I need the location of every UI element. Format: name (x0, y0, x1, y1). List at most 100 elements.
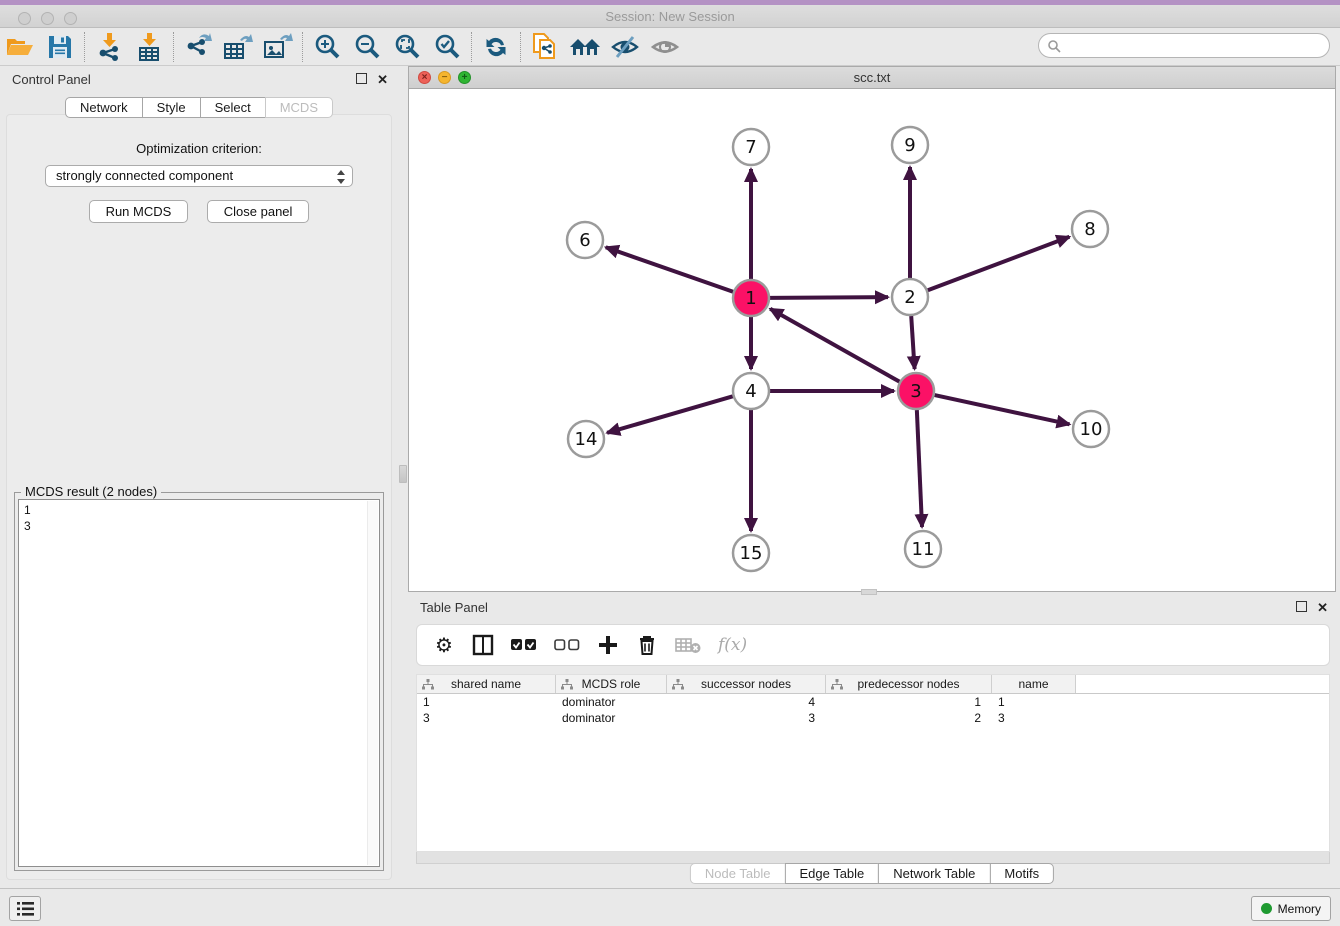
control-panel-tabs: NetworkStyleSelectMCDS (0, 97, 398, 118)
mcds-tab-content: Optimization criterion: strongly connect… (6, 114, 392, 880)
node-table: shared nameMCDS rolesuccessor nodesprede… (416, 674, 1330, 852)
open-folder-icon[interactable] (0, 31, 40, 63)
edge-4-14[interactable] (607, 396, 733, 433)
function-builder-icon: f(x) (718, 633, 747, 657)
node-6[interactable]: 6 (567, 222, 603, 258)
search-field[interactable] (1038, 33, 1330, 58)
edge-3-11[interactable] (917, 410, 922, 527)
refresh-icon[interactable] (476, 31, 516, 63)
tab-motifs[interactable]: Motifs (989, 863, 1054, 884)
tab-network-table[interactable]: Network Table (878, 863, 990, 884)
column-header-successor-nodes[interactable]: successor nodes (667, 675, 826, 693)
cell: 3 (417, 710, 556, 726)
node-2[interactable]: 2 (892, 279, 928, 315)
edge-3-10[interactable] (935, 395, 1070, 424)
column-header-shared-name[interactable]: shared name (417, 675, 556, 693)
result-scrollbar[interactable] (367, 501, 378, 865)
select-all-icon[interactable] (511, 633, 537, 657)
svg-text:1: 1 (745, 288, 756, 309)
dropdown-stepper-icon (336, 169, 345, 185)
network-view-window: × − + scc.txt 7 9 6 8 1 2 4 3 14 10 15 11 (408, 66, 1336, 592)
node-3[interactable]: 3 (898, 373, 934, 409)
deselect-all-icon[interactable] (554, 633, 580, 657)
node-7[interactable]: 7 (733, 129, 769, 165)
tab-mcds[interactable]: MCDS (265, 97, 333, 118)
float-table-panel-icon[interactable] (1296, 601, 1307, 612)
table-row[interactable]: 1dominator411 (417, 694, 1329, 710)
network-window-titlebar[interactable]: × − + scc.txt (409, 67, 1335, 89)
tab-network[interactable]: Network (65, 97, 143, 118)
edge-3-1[interactable] (770, 309, 899, 382)
cell: dominator (556, 710, 667, 726)
export-network-icon[interactable] (178, 31, 218, 63)
column-header-MCDS-role[interactable]: MCDS role (556, 675, 667, 693)
hide-eye-icon[interactable] (605, 31, 645, 63)
column-header-predecessor-nodes[interactable]: predecessor nodes (826, 675, 992, 693)
svg-text:3: 3 (910, 381, 921, 402)
add-column-icon[interactable] (597, 633, 619, 657)
edge-1-2[interactable] (770, 297, 888, 298)
split-pane-handle[interactable] (861, 589, 877, 595)
close-panel-icon[interactable]: ✕ (377, 73, 388, 86)
edge-2-8[interactable] (928, 237, 1070, 291)
node-11[interactable]: 11 (905, 531, 941, 567)
mcds-result-title: MCDS result (2 nodes) (21, 484, 161, 499)
clone-network-icon[interactable] (525, 31, 565, 63)
node-4[interactable]: 4 (733, 373, 769, 409)
zoom-fit-icon[interactable] (387, 31, 427, 63)
column-header-name[interactable]: name (992, 675, 1076, 693)
cell: 1 (417, 694, 556, 710)
close-panel-button[interactable]: Close panel (207, 200, 310, 223)
node-10[interactable]: 10 (1073, 411, 1109, 447)
tab-select[interactable]: Select (200, 97, 266, 118)
export-table-icon[interactable] (218, 31, 258, 63)
node-14[interactable]: 14 (568, 421, 604, 457)
close-table-panel-icon[interactable]: ✕ (1317, 601, 1328, 614)
import-table-icon[interactable] (129, 31, 169, 63)
float-panel-icon[interactable] (356, 73, 367, 84)
save-icon[interactable] (40, 31, 80, 63)
zoom-selected-icon[interactable] (427, 31, 467, 63)
task-history-button[interactable] (9, 896, 41, 921)
cell: 3 (992, 710, 1076, 726)
network-canvas[interactable]: 7 9 6 8 1 2 4 3 14 10 15 11 (409, 89, 1335, 591)
table-row[interactable]: 3dominator323 (417, 710, 1329, 726)
cell: 1 (826, 694, 992, 710)
import-network-icon[interactable] (89, 31, 129, 63)
memory-status-icon (1261, 903, 1272, 914)
export-image-icon[interactable] (258, 31, 298, 63)
split-pane-handle[interactable] (399, 465, 407, 483)
toolbar-separator (471, 32, 472, 62)
cell: 4 (667, 694, 826, 710)
run-mcds-button[interactable]: Run MCDS (89, 200, 189, 223)
home-network-icon[interactable] (565, 31, 605, 63)
node-9[interactable]: 9 (892, 127, 928, 163)
optimization-dropdown[interactable]: strongly connected component (45, 165, 353, 187)
node-8[interactable]: 8 (1072, 211, 1108, 247)
window-title: Session: New Session (0, 9, 1340, 24)
zoom-out-icon[interactable] (347, 31, 387, 63)
result-value: 3 (24, 518, 374, 534)
search-input[interactable] (1061, 36, 1329, 56)
mcds-result-textarea[interactable]: 13 (18, 499, 380, 867)
gear-icon[interactable]: ⚙ (433, 633, 455, 657)
edge-2-3[interactable] (911, 316, 914, 369)
memory-label: Memory (1278, 902, 1321, 916)
node-1[interactable]: 1 (733, 280, 769, 316)
show-eye-icon[interactable] (645, 31, 685, 63)
tab-node-table[interactable]: Node Table (690, 863, 786, 884)
tab-style[interactable]: Style (142, 97, 201, 118)
edge-1-6[interactable] (606, 247, 733, 291)
node-15[interactable]: 15 (733, 535, 769, 571)
toolbar-separator (173, 32, 174, 62)
delete-icon[interactable] (636, 633, 658, 657)
columns-icon[interactable] (472, 633, 494, 657)
mcds-result-fieldset: MCDS result (2 nodes) 13 (14, 492, 384, 871)
delete-table-icon (675, 633, 701, 657)
memory-button[interactable]: Memory (1251, 896, 1331, 921)
network-window-title: scc.txt (409, 70, 1335, 85)
cell: dominator (556, 694, 667, 710)
tab-edge-table[interactable]: Edge Table (784, 863, 879, 884)
zoom-in-icon[interactable] (307, 31, 347, 63)
table-header-row: shared nameMCDS rolesuccessor nodesprede… (417, 675, 1329, 694)
